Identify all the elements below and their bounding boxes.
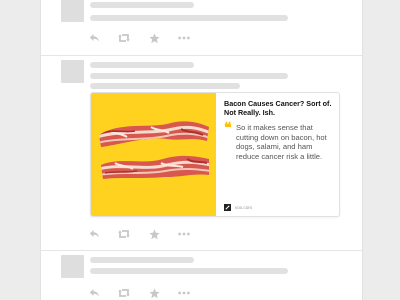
- card-quote: ❝ So it makes sense that cutting down on…: [224, 120, 333, 161]
- tweet-actions: [88, 228, 208, 240]
- like-icon[interactable]: [148, 228, 160, 240]
- more-icon[interactable]: [178, 287, 190, 299]
- tweet-3[interactable]: [41, 251, 362, 300]
- link-preview-card[interactable]: Bacon Causes Cancer? Sort of. Not Really…: [90, 92, 340, 217]
- placeholder-line: [90, 268, 288, 274]
- tweet-actions: [88, 32, 208, 44]
- reply-icon[interactable]: [88, 228, 100, 240]
- retweet-icon[interactable]: [118, 287, 130, 299]
- placeholder-line: [90, 2, 194, 8]
- more-icon[interactable]: [178, 32, 190, 44]
- avatar[interactable]: [61, 0, 84, 22]
- quote-icon: ❝: [224, 120, 232, 136]
- tweet-actions: [88, 287, 208, 299]
- bacon-illustration: [99, 121, 209, 179]
- placeholder-line: [90, 83, 240, 89]
- placeholder-line: [90, 73, 288, 79]
- like-icon[interactable]: [148, 32, 160, 44]
- tweet-1[interactable]: [41, 0, 362, 55]
- placeholder-line: [90, 15, 288, 21]
- avatar[interactable]: [61, 60, 84, 83]
- timeline: Bacon Causes Cancer? Sort of. Not Really…: [40, 0, 363, 300]
- retweet-icon[interactable]: [118, 32, 130, 44]
- like-icon[interactable]: [148, 287, 160, 299]
- source-logo-icon: [224, 204, 231, 211]
- retweet-icon[interactable]: [118, 228, 130, 240]
- card-source[interactable]: vox.com: [224, 204, 252, 211]
- placeholder-line: [90, 257, 194, 263]
- tweet-2[interactable]: Bacon Causes Cancer? Sort of. Not Really…: [41, 56, 362, 250]
- placeholder-line: [90, 62, 194, 68]
- reply-icon[interactable]: [88, 287, 100, 299]
- bacon-image: [91, 93, 216, 216]
- avatar[interactable]: [61, 255, 84, 278]
- more-icon[interactable]: [178, 228, 190, 240]
- card-body: Bacon Causes Cancer? Sort of. Not Really…: [216, 93, 339, 216]
- source-domain[interactable]: vox.com: [235, 205, 252, 210]
- card-title[interactable]: Bacon Causes Cancer? Sort of. Not Really…: [224, 99, 333, 117]
- quote-text: So it makes sense that cutting down on b…: [236, 123, 327, 161]
- reply-icon[interactable]: [88, 32, 100, 44]
